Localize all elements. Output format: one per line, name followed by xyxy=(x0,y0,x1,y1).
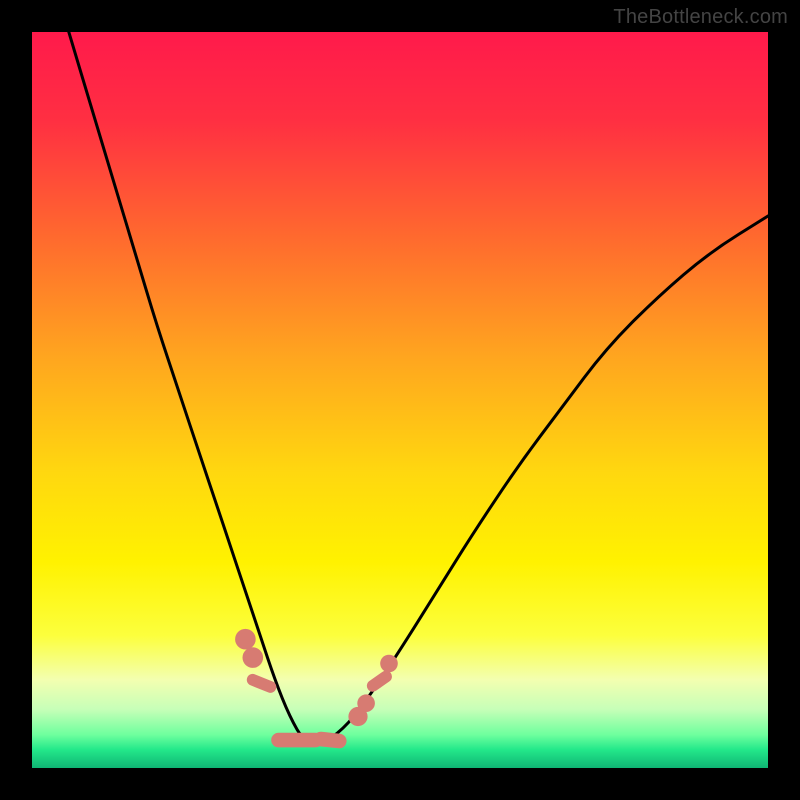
watermark-text: TheBottleneck.com xyxy=(613,6,788,29)
chart-frame: TheBottleneck.com xyxy=(0,0,800,800)
chart-svg xyxy=(32,32,768,768)
marker-dot xyxy=(243,647,264,668)
marker-dot xyxy=(357,694,375,712)
plot-area xyxy=(32,32,768,768)
marker-dot xyxy=(380,655,398,673)
chart-background xyxy=(32,32,768,768)
marker-dot xyxy=(235,629,256,650)
